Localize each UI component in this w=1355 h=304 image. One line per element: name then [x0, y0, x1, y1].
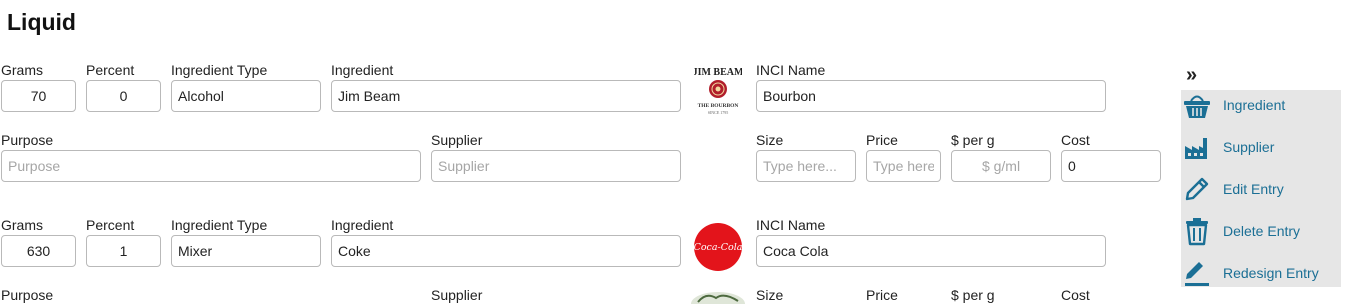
inci-name-input[interactable] — [756, 80, 1106, 112]
sidebar-item-label: Edit Entry — [1223, 181, 1284, 197]
price-label: Price — [866, 287, 898, 303]
ingredient-type-label: Ingredient Type — [171, 217, 268, 233]
ingredient-input[interactable] — [331, 235, 681, 267]
per-g-label: $ per g — [951, 132, 995, 148]
factory-icon — [1182, 132, 1212, 162]
supplier-input[interactable] — [431, 150, 681, 182]
sidebar-item-redesign-entry[interactable]: Redesign Entry — [1181, 256, 1341, 290]
sidebar-item-label: Delete Entry — [1223, 223, 1301, 239]
price-input[interactable] — [866, 150, 941, 182]
redesign-icon — [1182, 258, 1212, 288]
ingredient-label: Ingredient — [331, 62, 394, 78]
third-ingredient-logo — [690, 290, 746, 304]
jim-beam-logo: JIM BEAM THE BOURBON SINCE 1795 — [694, 64, 742, 116]
logo-brand-text: JIM BEAM — [694, 67, 742, 78]
trash-icon — [1182, 216, 1212, 246]
grams-label: Grams — [1, 62, 43, 78]
logo-brand-text: Coca-Cola — [694, 242, 743, 253]
sidebar-item-edit-entry[interactable]: Edit Entry — [1181, 172, 1341, 206]
section-title: Liquid — [7, 9, 76, 35]
purpose-input[interactable] — [1, 150, 421, 182]
sidebar-item-label: Ingredient — [1223, 97, 1286, 113]
percent-input[interactable] — [86, 80, 161, 112]
grams-input[interactable] — [1, 235, 76, 267]
basket-icon — [1182, 90, 1212, 120]
size-input[interactable] — [756, 150, 856, 182]
cost-label: Cost — [1061, 287, 1090, 303]
purpose-label: Purpose — [1, 132, 54, 148]
sidebar-item-ingredient[interactable]: Ingredient — [1181, 88, 1341, 122]
grams-input[interactable] — [1, 80, 76, 112]
ingredient-type-input[interactable] — [171, 80, 321, 112]
coca-cola-logo: Coca-Cola — [693, 222, 743, 272]
sidebar-item-supplier[interactable]: Supplier — [1181, 130, 1341, 164]
sidebar-item-label: Supplier — [1223, 139, 1275, 155]
purpose-label: Purpose — [1, 287, 54, 303]
collapse-sidebar-button[interactable]: » — [1186, 64, 1197, 87]
ingredient-type-label: Ingredient Type — [171, 62, 268, 78]
supplier-label: Supplier — [431, 132, 483, 148]
cost-input[interactable] — [1061, 150, 1161, 182]
percent-label: Percent — [86, 62, 135, 78]
logo-sub-text: THE BOURBON — [698, 103, 739, 109]
per-g-label: $ per g — [951, 287, 995, 303]
inci-name-input[interactable] — [756, 235, 1106, 267]
inci-name-label: INCI Name — [756, 217, 826, 233]
cost-label: Cost — [1061, 132, 1090, 148]
sidebar-item-label: Redesign Entry — [1223, 265, 1319, 281]
size-label: Size — [756, 287, 784, 303]
percent-label: Percent — [86, 217, 135, 233]
pencil-icon — [1182, 174, 1212, 204]
ingredient-input[interactable] — [331, 80, 681, 112]
supplier-label: Supplier — [431, 287, 483, 303]
size-label: Size — [756, 132, 784, 148]
ingredient-type-input[interactable] — [171, 235, 321, 267]
ingredient-label: Ingredient — [331, 217, 394, 233]
price-label: Price — [866, 132, 898, 148]
percent-input[interactable] — [86, 235, 161, 267]
sidebar-item-delete-entry[interactable]: Delete Entry — [1181, 214, 1341, 248]
logo-since-text: SINCE 1795 — [708, 110, 729, 115]
grams-label: Grams — [1, 217, 43, 233]
inci-name-label: INCI Name — [756, 62, 826, 78]
per-g-input[interactable] — [951, 150, 1051, 182]
